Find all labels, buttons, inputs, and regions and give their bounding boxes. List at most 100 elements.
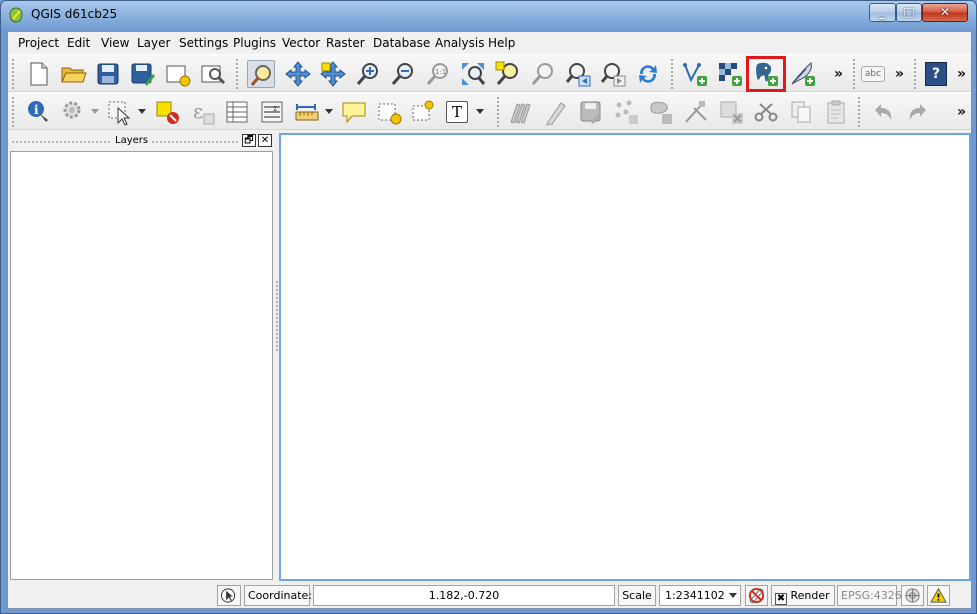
show-bookmarks-button[interactable]: [410, 98, 438, 126]
toolbar-grip[interactable]: [914, 59, 918, 89]
title-bar[interactable]: QGIS d61cb25 _ □ ✕: [1, 1, 976, 31]
menu-view[interactable]: View: [101, 36, 129, 50]
zoom-full-button[interactable]: [459, 60, 487, 88]
add-spatialite-layer-button[interactable]: [789, 60, 817, 88]
maximize-button[interactable]: □: [896, 3, 922, 22]
save-project-button[interactable]: [94, 60, 122, 88]
zoom-out-button[interactable]: [389, 60, 417, 88]
measure-line-button[interactable]: [293, 98, 321, 126]
menu-layer[interactable]: Layer: [137, 36, 170, 50]
zoom-in-icon: [356, 63, 378, 85]
composer-manager-button[interactable]: [199, 60, 227, 88]
zoom-last-button[interactable]: [564, 60, 592, 88]
chevron-down-icon[interactable]: [325, 109, 333, 114]
float-panel-button[interactable]: 🗗: [242, 134, 256, 147]
stop-render-button[interactable]: [745, 585, 768, 606]
add-feature-button[interactable]: [612, 98, 640, 126]
toolbar-grip[interactable]: [12, 97, 16, 127]
statistical-summary-button[interactable]: Σ: [258, 98, 286, 126]
cut-features-button[interactable]: [752, 98, 780, 126]
toolbar-grip[interactable]: [671, 59, 675, 89]
menu-vector[interactable]: Vector: [282, 36, 320, 50]
menu-raster[interactable]: Raster: [326, 36, 365, 50]
open-attribute-table-button[interactable]: [223, 98, 251, 126]
field-calculator-button[interactable]: ε: [188, 98, 216, 126]
more-help-items-button[interactable]: »: [957, 66, 966, 82]
more-label-items-button[interactable]: »: [895, 66, 904, 82]
refresh-button[interactable]: [634, 60, 662, 88]
zoom-native-resolution-button[interactable]: 1:1: [424, 60, 452, 88]
toolbar-grip[interactable]: [236, 59, 240, 89]
coordinate-field[interactable]: 1.182,-0.720: [313, 585, 615, 606]
pan-to-selection-button[interactable]: [284, 60, 312, 88]
toggle-editing-button[interactable]: [542, 98, 570, 126]
toolbar-grip[interactable]: [853, 59, 857, 89]
layers-panel: Layers 🗗 ✕: [8, 131, 274, 581]
zoom-to-layer-button[interactable]: [529, 60, 557, 88]
minimize-icon: _: [879, 5, 886, 19]
chevron-down-icon[interactable]: [91, 109, 99, 114]
layers-panel-header[interactable]: Layers 🗗 ✕: [8, 133, 274, 149]
text-annotation-button[interactable]: T: [446, 101, 468, 123]
more-toolbar-items-button[interactable]: »: [834, 66, 843, 82]
new-shapefile-layer-button[interactable]: [681, 60, 709, 88]
feather-icon: [791, 62, 815, 86]
undo-button[interactable]: [869, 98, 897, 126]
map-tips-button[interactable]: [340, 98, 368, 126]
minimize-button[interactable]: _: [869, 3, 896, 22]
messages-button[interactable]: [927, 585, 950, 606]
delete-selected-button[interactable]: [717, 98, 745, 126]
chevron-down-icon[interactable]: [138, 109, 146, 114]
crs-globe-button[interactable]: [901, 585, 924, 606]
menu-project[interactable]: Project: [18, 36, 59, 50]
zoom-to-selection-button[interactable]: [494, 60, 522, 88]
zoom-actual-size-icon: 1:1: [426, 63, 448, 85]
pan-map-to-selection-button[interactable]: [319, 60, 347, 88]
redo-button[interactable]: [904, 98, 932, 126]
node-tool-button[interactable]: [682, 98, 710, 126]
help-button[interactable]: ?: [925, 62, 947, 86]
menu-edit[interactable]: Edit: [67, 36, 90, 50]
run-feature-action-button[interactable]: [59, 98, 87, 126]
toolbar-grip[interactable]: [858, 97, 862, 127]
render-checkbox[interactable]: ✖ Render: [771, 585, 835, 606]
new-bookmark-button[interactable]: [375, 98, 403, 126]
edits-pencils-icon: [510, 103, 531, 124]
copy-features-button[interactable]: [787, 98, 815, 126]
save-layer-edits-button[interactable]: [577, 98, 605, 126]
toggle-coordinate-display-button[interactable]: [217, 585, 241, 606]
toolbar-grip[interactable]: [12, 59, 16, 89]
menu-help[interactable]: Help: [488, 36, 515, 50]
crs-status-button[interactable]: EPSG:4326: [837, 585, 902, 606]
layers-tree[interactable]: [10, 151, 273, 580]
pan-map-button[interactable]: [247, 60, 275, 88]
deselect-features-button[interactable]: [153, 98, 181, 126]
more-editing-items-button[interactable]: »: [957, 104, 966, 120]
new-print-composer-button[interactable]: [164, 60, 192, 88]
chevron-down-icon[interactable]: [476, 109, 484, 114]
zoom-in-button[interactable]: [354, 60, 382, 88]
paste-features-button[interactable]: [822, 98, 850, 126]
open-project-button[interactable]: [59, 60, 87, 88]
identify-features-button[interactable]: i: [24, 98, 52, 126]
close-button[interactable]: ✕: [922, 3, 968, 22]
toolbar-grip[interactable]: [497, 97, 501, 127]
menu-analysis[interactable]: Analysis: [435, 36, 484, 50]
new-project-button[interactable]: [24, 60, 52, 88]
menu-settings[interactable]: Settings: [179, 36, 228, 50]
save-as-button[interactable]: [129, 60, 157, 88]
select-features-button[interactable]: [106, 98, 134, 126]
close-panel-button[interactable]: ✕: [258, 134, 272, 147]
add-raster-layer-button[interactable]: [716, 60, 744, 88]
current-edits-button[interactable]: [507, 98, 535, 126]
zoom-next-button[interactable]: [599, 60, 627, 88]
map-canvas[interactable]: [279, 133, 971, 581]
label-tool-button[interactable]: abc: [861, 66, 885, 82]
add-postgis-layer-button[interactable]: [746, 56, 786, 92]
composer-manager-icon: [201, 65, 226, 85]
scale-combobox[interactable]: 1:2341102: [659, 585, 741, 606]
checkbox-checked-icon: ✖: [775, 593, 787, 605]
menu-database[interactable]: Database: [373, 36, 430, 50]
move-feature-button[interactable]: [647, 98, 675, 126]
menu-plugins[interactable]: Plugins: [233, 36, 276, 50]
